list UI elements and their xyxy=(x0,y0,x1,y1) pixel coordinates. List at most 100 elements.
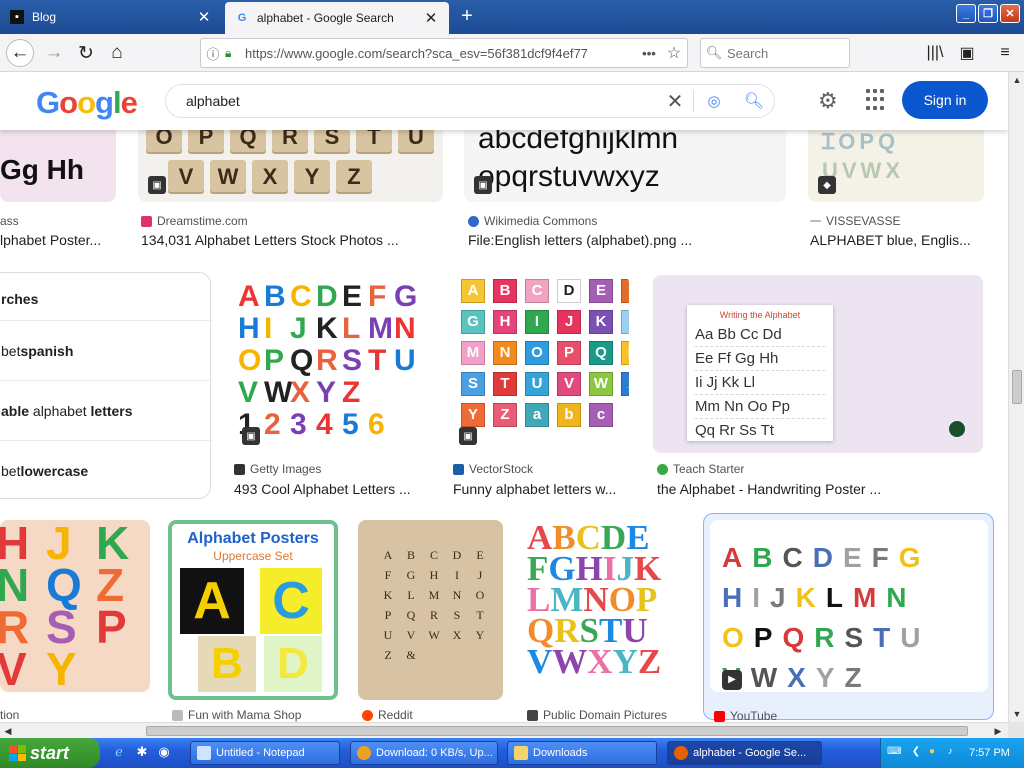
image-thumbnail[interactable]: A B C D E F G H I J K L M N O P Q R S T U V W X Y Z & xyxy=(358,520,503,700)
search-input[interactable]: alphabet xyxy=(166,93,657,109)
image-title[interactable]: Funny alphabet letters w... xyxy=(453,481,631,497)
url-bar[interactable]: ⓘ 🔒︎ https://www.google.com/search?sca_e… xyxy=(200,38,688,68)
taskbar-item-download[interactable]: Download: 0 KB/s, Up... xyxy=(350,741,498,765)
tab-blog[interactable]: ▪ Blog ✕ xyxy=(0,3,222,31)
volume-icon[interactable]: ♪ xyxy=(943,746,957,760)
search-icon[interactable]: 🔍︎ xyxy=(734,91,774,111)
image-title[interactable]: File:English letters (alphabet).png ... xyxy=(468,232,788,248)
apps-grid-icon[interactable] xyxy=(866,89,888,111)
google-logo[interactable]: Google xyxy=(36,85,138,121)
sign-in-button[interactable]: Sign in xyxy=(902,81,988,119)
image-result[interactable]: HJKNQZRSPVY tion xyxy=(0,520,150,722)
forward-arrow-icon[interactable]: → xyxy=(40,39,68,67)
bookmark-star-icon[interactable]: ☆ xyxy=(661,43,687,63)
image-source[interactable]: Getty Images xyxy=(234,462,432,476)
close-tab-icon[interactable]: ✕ xyxy=(423,9,439,27)
image-source[interactable]: Teach Starter xyxy=(657,462,987,476)
start-button[interactable]: start xyxy=(0,738,100,768)
image-thumbnail[interactable]: ABCDEFGHIJKLMNOPQRSTUVWXYZ xyxy=(523,520,691,700)
image-thumbnail[interactable]: Alphabet Posters Uppercase Set A C B D xyxy=(168,520,338,700)
page-actions-icon[interactable]: ••• xyxy=(637,46,661,61)
image-source[interactable]: VectorStock xyxy=(453,462,631,476)
horizontal-scrollbar[interactable]: ◀ ▶ xyxy=(0,722,1008,738)
keyboard-icon[interactable]: ⌨ xyxy=(887,746,901,760)
vertical-scroll-thumb[interactable] xyxy=(1012,370,1022,404)
letter: K xyxy=(795,582,826,613)
image-source[interactable]: VISSEVASSE xyxy=(810,214,986,228)
image-title[interactable]: lphabet Poster... xyxy=(0,232,118,248)
letter: M xyxy=(852,582,887,613)
image-thumbnail[interactable]: ABCDEF GHIJKL MNOPQR STUVWX YZabc ▣ xyxy=(451,275,629,453)
taskbar-item-browser[interactable]: alphabet - Google Se... xyxy=(667,741,822,765)
image-title[interactable]: 493 Cool Alphabet Letters ... xyxy=(234,481,432,497)
letter-row: OPQRSTU xyxy=(238,345,420,377)
image-source[interactable]: YouTube xyxy=(714,709,984,722)
restore-icon[interactable]: ❐ xyxy=(978,4,998,23)
firefox-icon[interactable]: ◉ xyxy=(155,744,173,762)
url-text[interactable]: https://www.google.com/search?sca_esv=56… xyxy=(241,46,637,61)
image-result[interactable]: ABCDEFGHIJKLMNOPQRSTUVWXYZ123456 ▣ Getty… xyxy=(232,275,432,500)
taskbar-item-notepad[interactable]: Untitled - Notepad xyxy=(190,741,340,765)
thumbnail-line: opqrstuvwxyz xyxy=(478,160,660,193)
image-source[interactable]: Public Domain Pictures xyxy=(527,708,693,722)
image-thumbnail[interactable]: Gg Hh xyxy=(0,122,116,202)
image-result[interactable]: ABCDEFGHIJKLMNOPQRSTUVWXYZ ▶ YouTube xyxy=(703,513,994,722)
image-result[interactable]: A B C D E F G H I J K L M N O P Q R S T U V W X Y Z & Reddit xyxy=(358,520,504,722)
related-search-item[interactable]: bet spanish xyxy=(0,320,212,380)
clear-icon[interactable]: ✕ xyxy=(657,89,693,114)
image-source[interactable]: Fun with Mama Shop xyxy=(172,708,340,722)
lens-icon[interactable]: ◎ xyxy=(694,92,734,110)
image-result[interactable]: Alphabet Posters Uppercase Set A C B D F… xyxy=(168,520,340,722)
letter-block: G xyxy=(461,310,485,334)
image-result[interactable]: Writing the Alphabet Aa Bb Cc Dd Ee Ff Gg… xyxy=(653,275,988,500)
library-icon[interactable]: |||\ xyxy=(922,40,948,66)
image-thumbnail[interactable]: ABCDEFGHIJKLMNOPQRSTUVWXYZ123456 ▣ xyxy=(232,275,430,453)
settings-gear-icon[interactable]: ⚙ xyxy=(818,88,838,114)
tray-expand-icon[interactable]: ❮ xyxy=(909,746,923,760)
image-result[interactable]: ABCDEFGHIJKLMNOPQRSTUVWXYZ Public Domain… xyxy=(523,520,693,722)
letter: Q xyxy=(782,622,815,653)
image-title[interactable]: 134,031 Alphabet Letters Stock Photos ..… xyxy=(141,232,441,248)
related-search-item[interactable]: bet lowercase xyxy=(0,440,212,500)
media-icon[interactable]: ✱ xyxy=(133,744,151,762)
image-result[interactable]: ABCDEF GHIJKL MNOPQR STUVWX YZabc ▣ VectorSt… xyxy=(451,275,631,500)
torrent-tray-icon[interactable]: ● xyxy=(925,746,939,760)
horizontal-scroll-thumb[interactable] xyxy=(146,726,968,736)
vertical-scrollbar[interactable]: ▲ ▼ xyxy=(1008,72,1024,722)
taskbar-item-downloads-folder[interactable]: Downloads xyxy=(507,741,657,765)
scroll-up-arrow-icon[interactable]: ▲ xyxy=(1009,72,1024,88)
letter: C xyxy=(782,542,813,573)
back-arrow-icon[interactable]: ← xyxy=(6,39,34,67)
ie-icon[interactable]: ℯ xyxy=(110,744,128,762)
google-search-box[interactable]: alphabet ✕ ◎ 🔍︎ xyxy=(165,84,775,118)
scroll-left-arrow-icon[interactable]: ◀ xyxy=(0,723,16,739)
poster-sheet: Writing the Alphabet Aa Bb Cc Dd Ee Ff Gg… xyxy=(687,305,833,443)
close-tab-icon[interactable]: ✕ xyxy=(196,8,212,26)
image-thumbnail[interactable]: Writing the Alphabet Aa Bb Cc Dd Ee Ff Gg… xyxy=(653,275,983,453)
image-source[interactable]: tion xyxy=(0,708,150,722)
image-source[interactable]: Dreamstime.com xyxy=(141,214,441,228)
minimize-icon[interactable]: _ xyxy=(956,4,976,23)
close-window-icon[interactable]: ✕ xyxy=(1000,4,1020,23)
reload-icon[interactable]: ↻ xyxy=(72,39,100,67)
related-search-item[interactable]: able alphabet letters xyxy=(0,380,212,440)
plus-icon[interactable]: + xyxy=(455,5,479,27)
letter-row: VWXYZ xyxy=(238,377,420,409)
vissevasse-favicon-icon xyxy=(810,220,821,222)
image-source[interactable]: Wikimedia Commons xyxy=(468,214,788,228)
image-source[interactable]: Reddit xyxy=(362,708,502,722)
image-title[interactable]: ALPHABET blue, Englis... xyxy=(810,232,986,248)
image-title[interactable]: the Alphabet - Handwriting Poster ... xyxy=(657,481,987,497)
browser-search-field[interactable]: 🔍︎ Search xyxy=(700,38,850,68)
scroll-right-arrow-icon[interactable]: ▶ xyxy=(990,723,1006,739)
home-icon[interactable]: ⌂ xyxy=(103,39,131,67)
tab-google-search[interactable]: G alphabet - Google Search ✕ xyxy=(225,2,449,34)
scroll-down-arrow-icon[interactable]: ▼ xyxy=(1009,706,1024,722)
poster-letter: C xyxy=(260,568,322,634)
info-icon[interactable]: ⓘ xyxy=(201,44,225,63)
image-thumbnail[interactable]: ABCDEFGHIJKLMNOPQRSTUVWXYZ ▶ xyxy=(710,520,988,692)
image-source[interactable]: ass xyxy=(0,214,118,228)
image-thumbnail[interactable]: HJKNQZRSPVY xyxy=(0,520,150,692)
menu-icon[interactable]: ≡ xyxy=(992,40,1018,66)
sidebar-icon[interactable]: ▣ xyxy=(954,40,980,66)
